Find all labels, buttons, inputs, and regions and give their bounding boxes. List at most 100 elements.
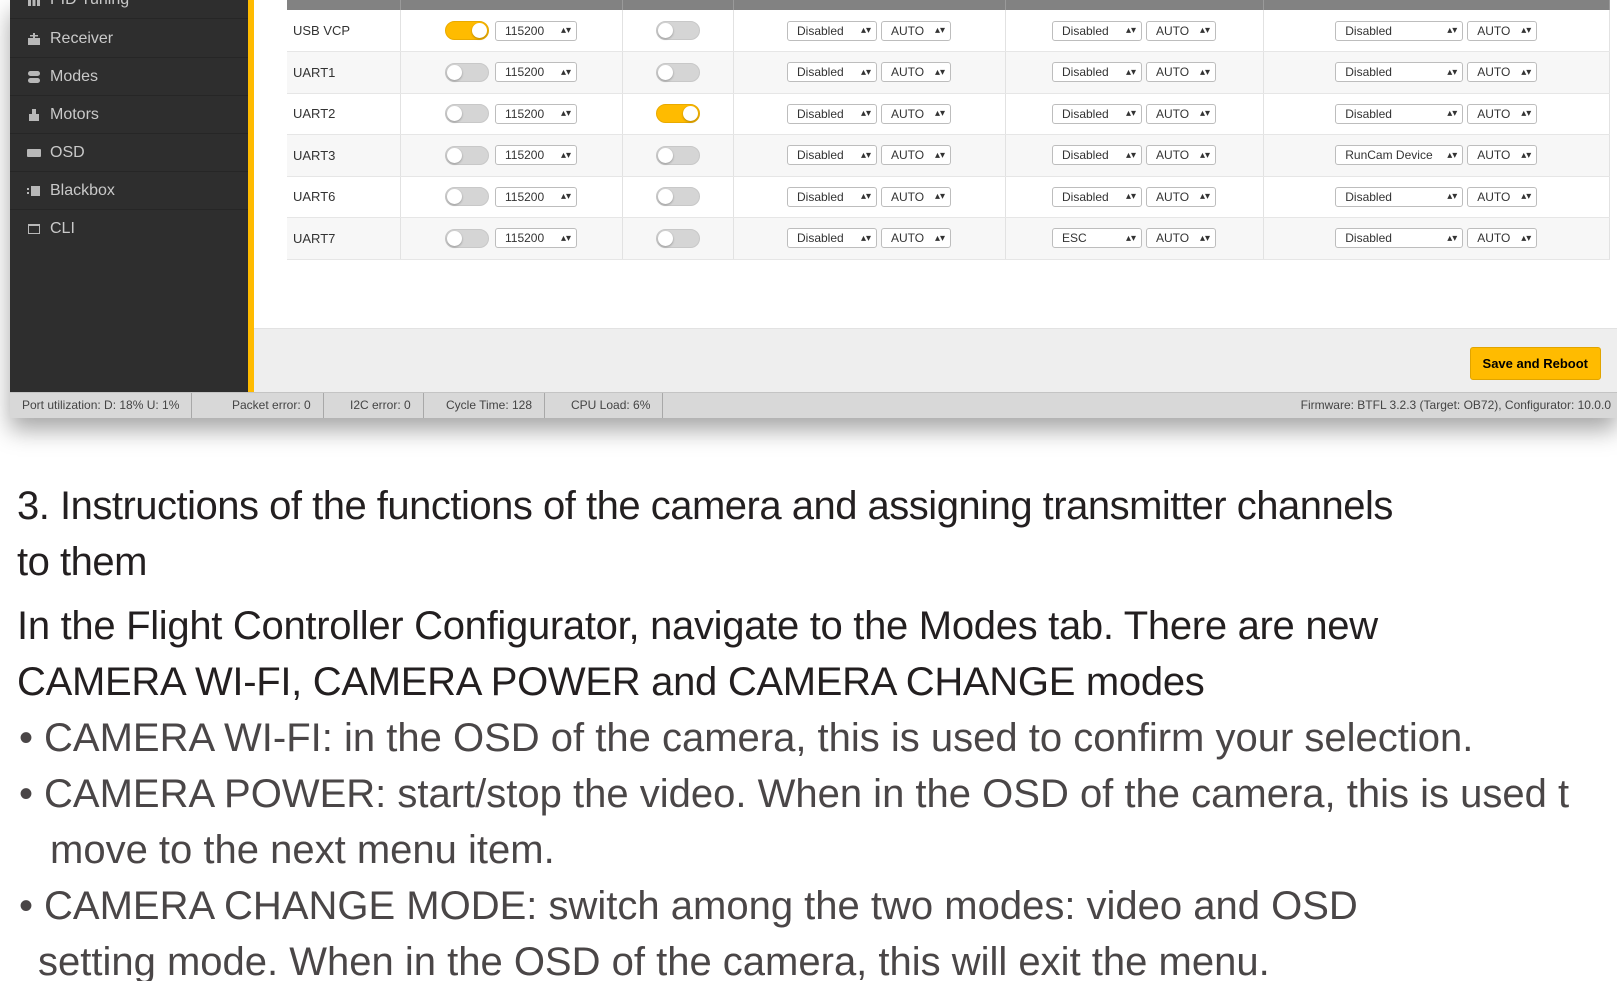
serial-rx-toggle[interactable] [655,62,700,82]
peripherals-select[interactable]: Disabled ▴▾ [1335,20,1464,41]
select-arrows-icon: ▴▾ [1199,25,1210,36]
peripherals-baud-select[interactable]: AUTO ▴▾ [1467,145,1538,166]
sidebar-item-osd[interactable]: OSD [10,134,248,172]
sensor-select[interactable]: Disabled ▴▾ [1052,20,1142,41]
sensor-baud-select[interactable]: AUTO ▴▾ [1146,62,1216,83]
select-value: Disabled [1345,65,1392,80]
sensor-cell: Disabled ▴▾ AUTO ▴▾ [1005,10,1264,52]
table-row: UART2 115200 ▴▾ Disabled ▴▾ AUTO ▴▾ Disabled ▴▾ A… [287,93,1610,135]
sidebar-item-modes[interactable]: Modes [10,58,248,96]
mode-list: CAMERA WI-FI: in the OSD of the camera, … [17,710,1597,981]
telemetry-baud-select[interactable]: AUTO ▴▾ [881,103,951,124]
msp-toggle[interactable] [445,21,489,40]
select-value: Disabled [1062,189,1109,204]
serial-rx-cell [622,134,734,177]
telemetry-baud-select[interactable]: AUTO ▴▾ [881,228,951,249]
telemetry-select[interactable]: Disabled ▴▾ [787,20,877,41]
peripherals-select[interactable]: Disabled ▴▾ [1335,103,1464,124]
table-row: UART7 115200 ▴▾ Disabled ▴▾ AUTO ▴▾ ESC ▴▾ AUTO ▴▾… [287,217,1610,260]
serial-rx-toggle[interactable] [655,228,700,248]
column-header [622,0,734,10]
serial-rx-toggle[interactable] [655,145,700,165]
peripherals-baud-select[interactable]: AUTO ▴▾ [1467,20,1538,41]
intro-line: In the Flight Controller Configurator, n… [17,604,1378,648]
select-value: AUTO [891,65,925,80]
select-value: 115200 [505,189,545,204]
peripherals-baud-select[interactable]: AUTO ▴▾ [1467,103,1538,124]
pid-icon [26,0,42,8]
msp-baud-select[interactable]: 115200 ▴▾ [495,20,577,41]
msp-toggle[interactable] [445,104,489,124]
select-arrows-icon: ▴▾ [1125,191,1136,203]
msp-baud-select[interactable]: 115200 ▴▾ [495,62,577,83]
select-value: AUTO [891,231,925,246]
column-header [400,0,623,10]
msp-baud-select[interactable]: 115200 ▴▾ [495,103,577,124]
cli-icon [26,221,42,237]
select-arrows-icon: ▴▾ [560,25,571,36]
select-value: AUTO [1156,189,1190,204]
sensor-select[interactable]: ESC ▴▾ [1052,228,1142,249]
serial-rx-toggle[interactable] [655,104,700,124]
msp-baud-select[interactable]: 115200 ▴▾ [495,228,577,249]
select-value: Disabled [1062,23,1109,38]
select-arrows-icon: ▴▾ [860,25,871,36]
msp-toggle[interactable] [445,145,489,165]
telemetry-select[interactable]: Disabled ▴▾ [787,228,877,249]
telemetry-select[interactable]: Disabled ▴▾ [787,145,877,166]
select-value: AUTO [1477,189,1511,204]
peripherals-select[interactable]: Disabled ▴▾ [1335,186,1464,207]
port-identifier: UART6 [287,176,401,218]
msp-toggle[interactable] [445,228,489,248]
msp-toggle[interactable] [445,62,489,82]
sidebar-item-motors[interactable]: Motors [10,96,248,134]
sidebar-item-receiver[interactable]: Receiver [10,20,248,58]
telemetry-baud-select[interactable]: AUTO ▴▾ [881,186,951,207]
sensor-baud-select[interactable]: AUTO ▴▾ [1146,145,1216,166]
intro-paragraph: In the Flight Controller Configurator, n… [17,598,1597,710]
telemetry-select[interactable]: Disabled ▴▾ [787,62,877,83]
select-value: Disabled [797,23,844,38]
select-arrows-icon: ▴▾ [1125,66,1136,78]
instructions-document: 3. Instructions of the functions of the … [17,478,1597,981]
sensor-select[interactable]: Disabled ▴▾ [1052,103,1142,124]
serial-rx-cell [622,10,734,52]
select-value: Disabled [797,65,844,80]
telemetry-select[interactable]: Disabled ▴▾ [787,186,877,207]
save-and-reboot-button[interactable]: Save and Reboot [1469,347,1601,380]
sidebar-item-cli[interactable]: CLI [10,210,248,248]
sensor-baud-select[interactable]: AUTO ▴▾ [1146,228,1216,249]
msp-toggle[interactable] [445,187,489,207]
table-row: USB VCP 115200 ▴▾ Disabled ▴▾ AUTO ▴▾ Disabled ▴… [287,10,1610,52]
peripherals-select[interactable]: RunCam Device ▴▾ [1335,145,1464,166]
telemetry-baud-select[interactable]: AUTO ▴▾ [881,20,951,41]
sidebar-item-blackbox[interactable]: Blackbox [10,172,248,210]
peripherals-baud-select[interactable]: AUTO ▴▾ [1467,62,1538,83]
telemetry-select[interactable]: Disabled ▴▾ [787,103,877,124]
sensor-select[interactable]: Disabled ▴▾ [1052,186,1142,207]
telemetry-baud-select[interactable]: AUTO ▴▾ [881,145,951,166]
peripherals-cell: Disabled ▴▾ AUTO ▴▾ [1263,51,1610,94]
msp-baud-select[interactable]: 115200 ▴▾ [495,145,577,166]
peripherals-baud-select[interactable]: AUTO ▴▾ [1467,186,1538,207]
sidebar-item-label: CLI [50,220,75,237]
serial-rx-toggle[interactable] [655,187,700,207]
sidebar-item-pid-tuning[interactable]: PID Tuning [10,0,248,19]
select-arrows-icon: ▴▾ [560,66,571,78]
telemetry-baud-select[interactable]: AUTO ▴▾ [881,62,951,83]
sensor-baud-select[interactable]: AUTO ▴▾ [1146,186,1216,207]
sensor-baud-select[interactable]: AUTO ▴▾ [1146,103,1216,124]
select-value: 115200 [505,65,545,80]
telemetry-cell: Disabled ▴▾ AUTO ▴▾ [733,176,1006,218]
serial-rx-toggle[interactable] [655,21,700,40]
msp-baud-select[interactable]: 115200 ▴▾ [495,186,577,207]
peripherals-baud-select[interactable]: AUTO ▴▾ [1467,228,1538,249]
select-arrows-icon: ▴▾ [934,25,945,36]
select-arrows-icon: ▴▾ [1447,25,1458,36]
sensor-baud-select[interactable]: AUTO ▴▾ [1146,20,1216,41]
msp-cell: 115200 ▴▾ [400,10,623,52]
sensor-select[interactable]: Disabled ▴▾ [1052,145,1142,166]
sensor-select[interactable]: Disabled ▴▾ [1052,62,1142,83]
peripherals-select[interactable]: Disabled ▴▾ [1335,228,1464,249]
peripherals-select[interactable]: Disabled ▴▾ [1335,62,1464,83]
